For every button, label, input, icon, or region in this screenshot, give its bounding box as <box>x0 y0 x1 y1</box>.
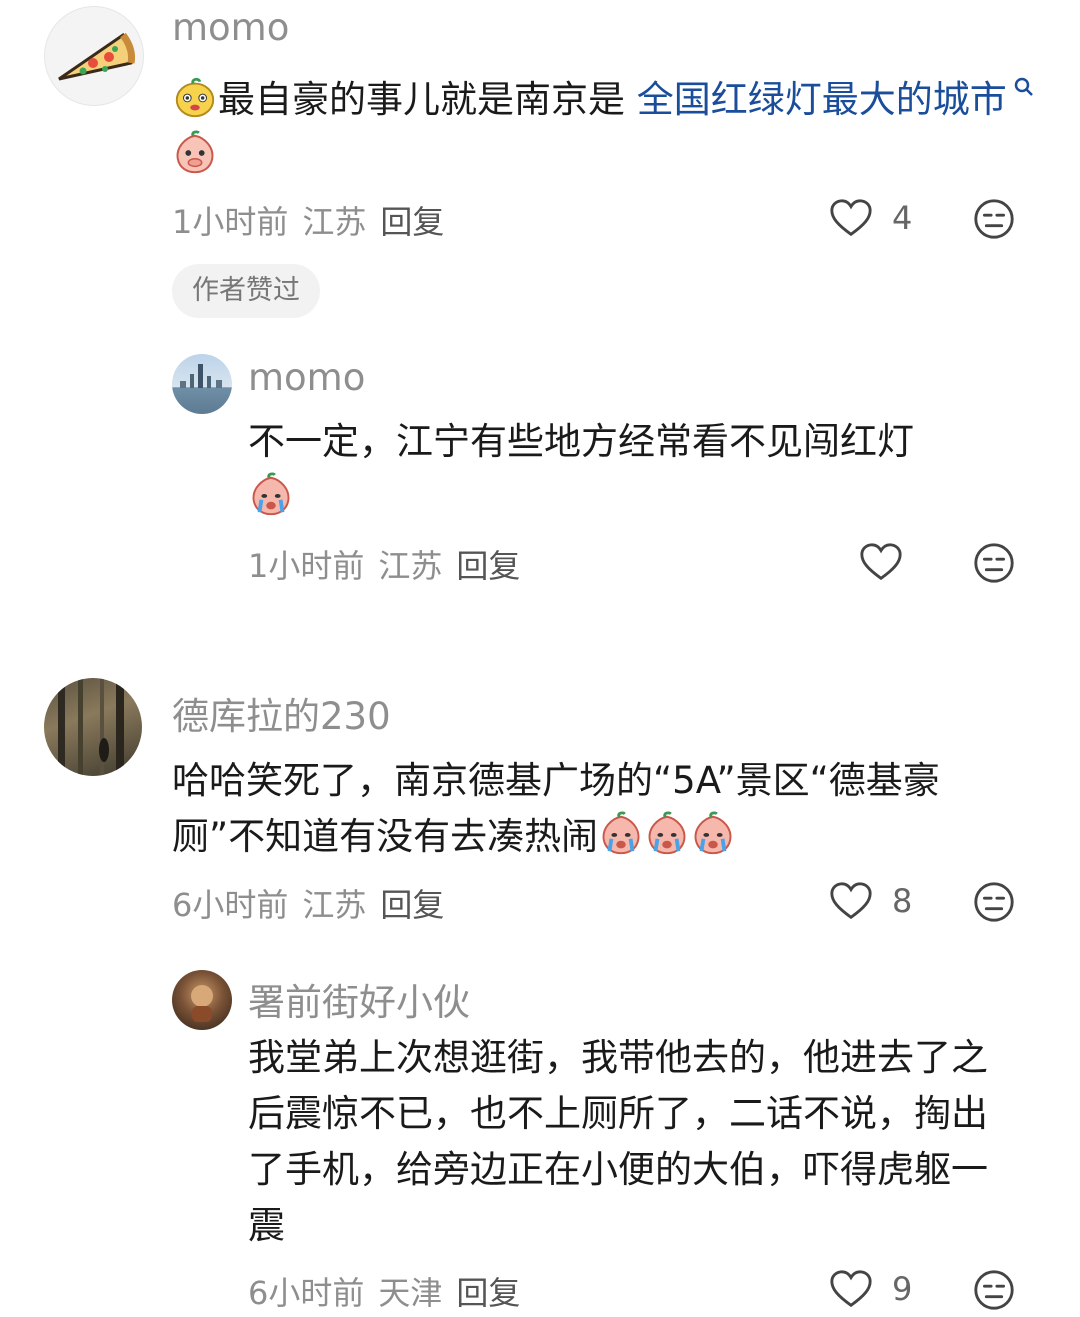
comment-location: 江苏 <box>302 203 367 241</box>
reply-button[interactable]: 回复 <box>380 203 444 241</box>
search-icon[interactable] <box>1013 76 1035 98</box>
forest-avatar-icon <box>58 678 124 776</box>
reply-button[interactable]: 回复 <box>456 547 520 585</box>
reply-button[interactable]: 回复 <box>456 1274 520 1312</box>
search-link[interactable]: 全国红绿灯最大的城市 <box>637 78 1007 121</box>
reply-time: 6小时前 <box>248 1274 365 1312</box>
reply-text: 我堂弟上次想逛街，我带他去的，他进去了之后震惊不已，也不上厕所了，二话不说，掏出… <box>248 1030 1018 1254</box>
like-button[interactable]: 8 <box>828 878 912 924</box>
comment-text-content: 哈哈笑死了，南京德基广场的“5A”景区“德基豪厕”不知道有没有去凑热闹 <box>172 759 940 858</box>
reply-time: 1小时前 <box>248 547 365 585</box>
reply-text: 不一定，江宁有些地方经常看不见闯红灯 <box>248 414 1018 526</box>
reply-text-content: 不一定，江宁有些地方经常看不见闯红灯 <box>248 420 914 463</box>
like-count: 8 <box>892 882 913 920</box>
reply-location: 江苏 <box>378 547 443 585</box>
neutral-face-icon[interactable] <box>971 1267 1017 1313</box>
mango-emoji-icon <box>172 74 218 120</box>
peach-cry-emoji-icon <box>644 811 690 857</box>
comment-text: 最自豪的事儿就是南京是 全国红绿灯最大的城市 <box>172 72 1042 184</box>
comment-meta: 1小时前 江苏 回复 <box>172 197 458 243</box>
like-button[interactable] <box>858 539 922 585</box>
comment-time: 6小时前 <box>172 886 289 924</box>
comment-meta: 6小时前 江苏 回复 <box>172 880 458 926</box>
reply-username[interactable]: 署前街好小伙 <box>248 972 470 1026</box>
peach-cry-emoji-icon <box>248 472 294 518</box>
like-button[interactable]: 4 <box>828 195 912 241</box>
comment-username[interactable]: momo <box>172 6 289 49</box>
avatar[interactable] <box>172 970 232 1030</box>
reply-username[interactable]: momo <box>248 356 365 399</box>
peach-cry-emoji-icon <box>690 811 736 857</box>
comment-text: 哈哈笑死了，南京德基广场的“5A”景区“德基豪厕”不知道有没有去凑热闹 <box>172 753 1032 865</box>
comment-username[interactable]: 德库拉的230 <box>172 686 391 740</box>
avatar[interactable] <box>44 6 144 106</box>
peach-cry-emoji-icon <box>598 811 644 857</box>
like-count: 4 <box>892 199 913 237</box>
peach-shy-emoji-icon <box>172 130 218 176</box>
reply-location: 天津 <box>378 1274 443 1312</box>
city-avatar-icon <box>180 364 222 388</box>
comment-time: 1小时前 <box>172 203 289 241</box>
neutral-face-icon[interactable] <box>971 879 1017 925</box>
neutral-face-icon[interactable] <box>971 540 1017 586</box>
heart-outline-icon[interactable] <box>828 1266 874 1312</box>
reply-meta: 6小时前 天津 回复 <box>248 1268 534 1314</box>
comment-location: 江苏 <box>302 886 367 924</box>
like-button[interactable]: 9 <box>828 1266 912 1312</box>
heart-outline-icon[interactable] <box>828 878 874 924</box>
reply-text-content: 我堂弟上次想逛街，我带他去的，他进去了之后震惊不已，也不上厕所了，二话不说，掏出… <box>248 1036 988 1247</box>
like-count: 9 <box>892 1270 913 1308</box>
comment-text-part: 最自豪的事儿就是南京是 <box>218 78 637 121</box>
avatar[interactable] <box>44 678 142 776</box>
reply-meta: 1小时前 江苏 回复 <box>248 541 534 587</box>
reply-button[interactable]: 回复 <box>380 886 444 924</box>
toy-avatar-icon <box>191 985 213 1022</box>
heart-outline-icon[interactable] <box>828 195 874 241</box>
author-liked-badge: 作者赞过 <box>172 264 320 318</box>
neutral-face-icon[interactable] <box>971 196 1017 242</box>
heart-outline-icon[interactable] <box>858 539 904 585</box>
avatar[interactable] <box>172 354 232 414</box>
pizza-avatar-icon <box>58 32 135 81</box>
